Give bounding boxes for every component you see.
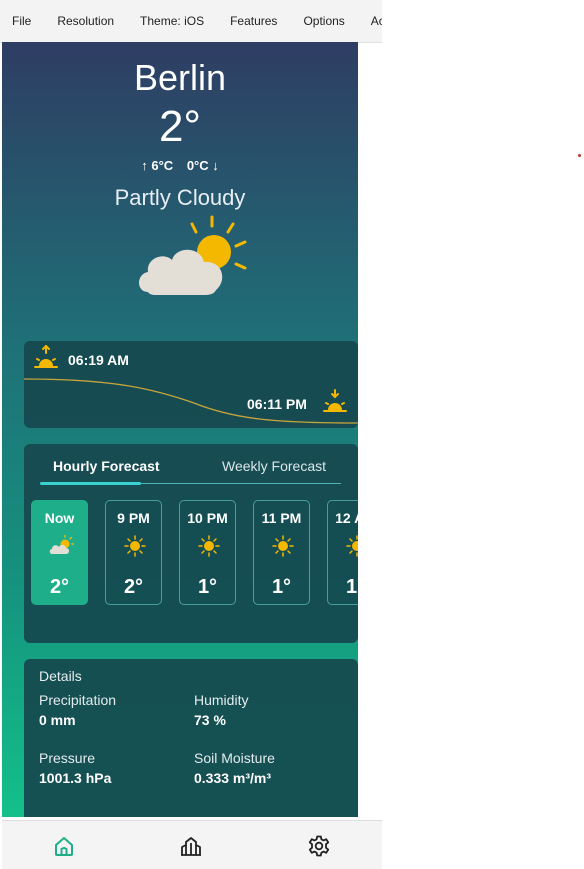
sunset-time: 06:11 PM: [247, 396, 307, 412]
hour-label: Now: [44, 510, 75, 526]
menu-theme[interactable]: Theme: iOS: [127, 14, 217, 28]
low-temperature: 0°C ↓: [186, 158, 219, 173]
city-name: Berlin: [133, 57, 227, 98]
sun-icon: [272, 535, 294, 557]
hour-card-10pm[interactable]: 10 PM 1°: [179, 500, 236, 605]
tab-hourly-forecast[interactable]: Hourly Forecast: [53, 458, 160, 474]
sun-icon: [346, 535, 358, 557]
hour-temperature: 1°: [271, 576, 292, 598]
hour-label: 12 AM: [335, 510, 358, 526]
hour-card-9pm[interactable]: 9 PM 2°: [105, 500, 162, 605]
precipitation-label: Precipitation: [39, 692, 117, 708]
sunrise-icon: [34, 345, 58, 368]
sun-icon: [198, 535, 220, 557]
hour-temperature: 2°: [123, 576, 144, 598]
hour-temperature: 1°: [197, 576, 218, 598]
sun-times-card: 06:19 AM 06:11 PM: [24, 341, 358, 428]
hourly-list: Now 2° 9 PM 2° 10 PM 1° 11 PM 1° 12 1: [31, 500, 358, 610]
hour-label: 9 PM: [117, 510, 150, 526]
condition-text: Partly Cloudy: [114, 185, 246, 210]
hour-card-11pm[interactable]: 11 PM 1°: [253, 500, 310, 605]
hour-card-12am[interactable]: 12 AM 1°: [327, 500, 358, 605]
home-icon[interactable]: [53, 835, 75, 857]
high-temperature: ↑ 6°C: [141, 158, 174, 173]
hour-label: 10 PM: [187, 510, 228, 526]
partly-cloudy-icon: [49, 535, 74, 554]
high-low: ↑ 6°C 0°C ↓: [2, 158, 358, 173]
menu-file[interactable]: File: [0, 14, 44, 28]
hour-temperature: 2°: [49, 576, 70, 598]
forecast-tabs: Hourly Forecast Weekly Forecast: [24, 456, 358, 486]
menu-resolution[interactable]: Resolution: [44, 14, 127, 28]
menu-features[interactable]: Features: [217, 14, 290, 28]
partly-cloudy-icon: [139, 215, 247, 295]
buildings-icon[interactable]: [180, 835, 202, 857]
forecast-card: Hourly Forecast Weekly Forecast Now 2° 9…: [24, 444, 358, 643]
soil-moisture-value: 0.333 m³/m³: [194, 770, 272, 786]
soil-moisture-label: Soil Moisture: [194, 750, 275, 766]
menu-options[interactable]: Options: [290, 14, 357, 28]
gear-icon[interactable]: [308, 835, 330, 857]
humidity-label: Humidity: [194, 692, 249, 708]
humidity-value: 73 %: [194, 712, 226, 728]
precipitation-value: 0 mm: [39, 712, 76, 728]
pressure-value: 1001.3 hPa: [39, 770, 112, 786]
hour-card-now[interactable]: Now 2°: [31, 500, 88, 605]
hour-label: 11 PM: [261, 510, 302, 526]
pressure-label: Pressure: [39, 750, 96, 766]
sunset-icon: [323, 389, 347, 412]
details-title: Details: [39, 668, 82, 684]
weather-app: Berlin 2° ↑ 6°C 0°C ↓ Partly Cloudy 06:1…: [2, 42, 358, 817]
stray-dot: [578, 154, 581, 157]
sun-icon: [124, 535, 146, 557]
current-temperature: 2°: [158, 102, 202, 151]
hour-temperature: 1°: [345, 576, 358, 598]
bottom-navigation: [2, 820, 382, 869]
sunrise-time: 06:19 AM: [68, 352, 129, 368]
tab-weekly-forecast[interactable]: Weekly Forecast: [222, 458, 326, 474]
details-card: Details Precipitation 0 mm Humidity 73 %…: [24, 659, 358, 817]
menu-bar: File Resolution Theme: iOS Features Opti…: [0, 0, 382, 43]
active-tab-indicator: [40, 482, 141, 485]
menu-more[interactable]: Ac: [358, 14, 382, 28]
